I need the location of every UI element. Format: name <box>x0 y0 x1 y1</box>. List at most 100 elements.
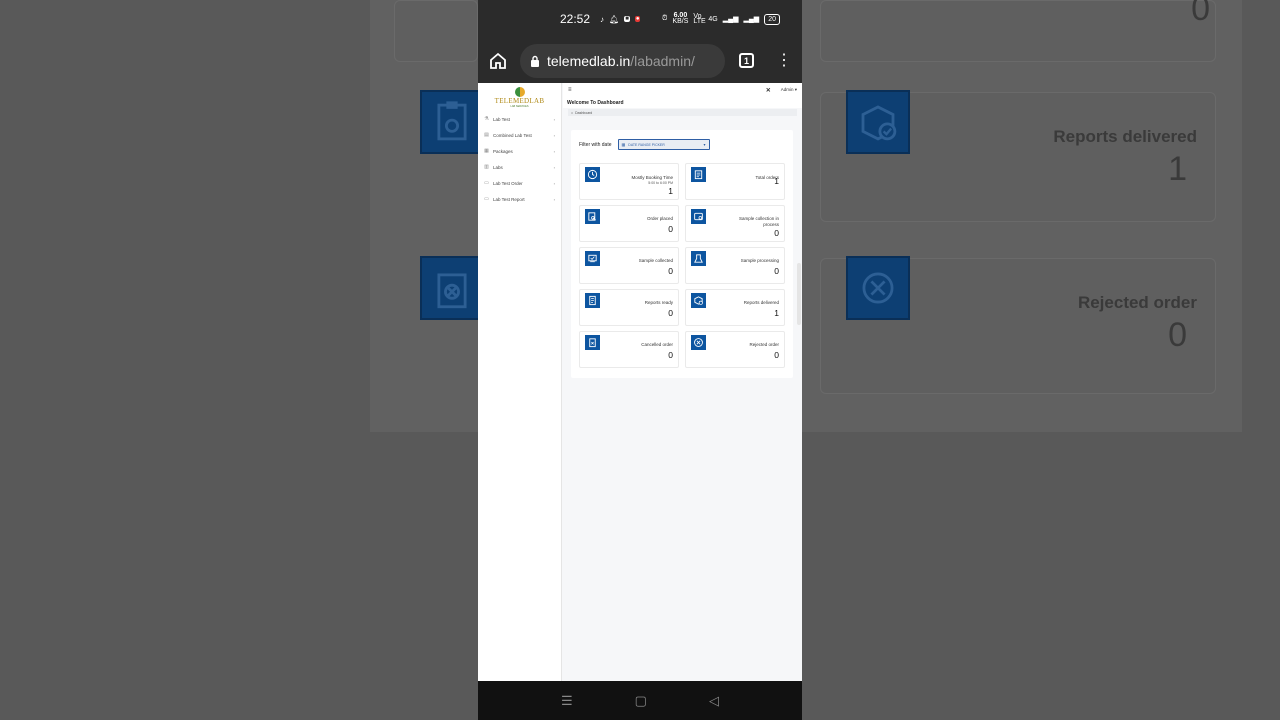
logo[interactable]: TELEMEDLAB LAB SERVICES <box>478 83 561 111</box>
clipboard-icon <box>420 90 478 154</box>
dashboard-panel: Filter with date ▦ DATE RANGE PICKER ▾ M… <box>571 130 793 378</box>
card-title: Cancelled order <box>641 342 673 347</box>
stat-card-order-placed[interactable]: Order placed 0 <box>579 205 679 242</box>
card-title: Sample collection in process <box>738 216 779 227</box>
order-icon: ▭ <box>484 180 489 186</box>
stat-card-sample-collected[interactable]: Sample collected 0 <box>579 247 679 284</box>
sidebar-item-labs[interactable]: ▥ Labs › <box>478 159 561 175</box>
bg-rejected-order-value: 0 <box>1168 316 1187 354</box>
stat-card-sample-collection-in-process[interactable]: Sample collection in process 0 <box>685 205 785 242</box>
stat-card-rejected-order[interactable]: Rejected order 0 <box>685 331 785 368</box>
chevron-right-icon: › <box>553 180 555 186</box>
collection-icon <box>691 209 706 224</box>
breadcrumb-item[interactable]: Dashboard <box>575 111 592 115</box>
address-bar[interactable]: telemedlab.in/labadmin/ <box>520 43 725 78</box>
sample-icon <box>585 251 600 266</box>
recent-apps-icon[interactable]: ☰ <box>561 693 573 709</box>
card-title: Sample processing <box>740 258 779 263</box>
bg-reports-delivered: Reports delivered <box>1053 127 1197 146</box>
home-icon[interactable]: ⌂ <box>571 111 573 115</box>
date-filter: Filter with date ▦ DATE RANGE PICKER ▾ <box>579 139 710 150</box>
flask-icon: ⚗ <box>484 116 489 122</box>
battery-icon: 20 <box>764 13 780 25</box>
report-icon <box>585 293 600 308</box>
clock-icon <box>585 167 600 182</box>
chevron-right-icon: › <box>553 132 555 138</box>
status-notifications: ♪ 🔔︎ ■ ● <box>600 14 641 24</box>
system-nav-bar: ☰ ▢ ◁ <box>478 681 802 720</box>
speed-unit: KB/S <box>672 18 689 25</box>
volte-label: Vo LTE <box>693 13 706 25</box>
bg-reports-delivered-value: 1 <box>1168 150 1187 188</box>
app-icon: ■ <box>624 16 630 22</box>
hamburger-icon[interactable]: ≡ <box>568 87 572 93</box>
bg-panel <box>370 0 478 432</box>
chevron-right-icon: › <box>553 116 555 122</box>
home-icon[interactable] <box>488 51 508 71</box>
chevron-right-icon: › <box>553 164 555 170</box>
stat-card-total-orders[interactable]: Total orders 1 <box>685 163 785 200</box>
card-value: 0 <box>774 228 779 238</box>
bg-card <box>820 0 1216 62</box>
caret-down-icon: ▾ <box>703 142 706 147</box>
net-type: 4G <box>708 15 718 23</box>
stat-card-reports-ready[interactable]: Reports ready 0 <box>579 289 679 326</box>
sidebar-item-lab-test-order[interactable]: ▭ Lab Test Order › <box>478 175 561 191</box>
background-right: 0 Reports delivered 1 Rejected order 0 <box>802 0 1280 720</box>
card-title: Rejected order <box>749 342 779 347</box>
stat-card-reports-delivered[interactable]: Reports delivered 1 <box>685 289 785 326</box>
date-range-picker[interactable]: ▦ DATE RANGE PICKER ▾ <box>617 139 710 150</box>
url-domain: telemedlab.in <box>547 52 631 69</box>
card-value: 0 <box>774 350 779 360</box>
package-icon: ▦ <box>484 148 489 154</box>
more-options-icon[interactable]: ⋮ <box>776 52 792 69</box>
card-value: 1 <box>774 176 779 186</box>
signal-icon: ▂▄▆ <box>722 16 739 23</box>
main-content: ≡ ✕ Admin ▾ Welcome To Dashboard ⌂ Dashb… <box>563 83 802 681</box>
sidebar-item-combined-lab-test[interactable]: ▤ Combined Lab Test › <box>478 127 561 143</box>
status-indicators: ⏰︎ 6.00 KB/S Vo LTE 4G ▂▄▆ ▂▄▆ 20 <box>661 12 780 25</box>
admin-menu[interactable]: Admin ▾ <box>781 87 797 93</box>
card-value: 0 <box>774 266 779 276</box>
status-time: 22:52 <box>560 12 591 26</box>
bell-icon: 🔔︎ <box>609 14 620 24</box>
sidebar-item-label: Lab Test Order <box>493 180 523 186</box>
stat-card-mostly-booking-time[interactable]: Mostly Booking Time 5:00 to 6:00 PM 1 <box>579 163 679 200</box>
home-button-icon[interactable]: ▢ <box>635 693 647 709</box>
sidebar-item-lab-test[interactable]: ⚗ Lab Test › <box>478 111 561 127</box>
bg-top-value: 0 <box>1191 0 1210 28</box>
delivered-icon <box>691 293 706 308</box>
reject-icon <box>691 335 706 350</box>
scrollbar-thumb[interactable] <box>797 263 801 325</box>
card-value: 0 <box>668 308 673 318</box>
stat-card-cancelled-order[interactable]: Cancelled order 0 <box>579 331 679 368</box>
sidebar-item-label: Combined Lab Test <box>493 132 532 138</box>
signal-icon-2: ▂▄▆ <box>743 16 760 23</box>
calendar-icon: ▦ <box>621 142 626 147</box>
status-bar: 22:52 ♪ 🔔︎ ■ ● ⏰︎ 6.00 KB/S Vo LTE 4G ▂▄… <box>478 0 802 38</box>
sidebar-item-packages[interactable]: ▦ Packages › <box>478 143 561 159</box>
bg-card <box>394 0 478 62</box>
sidebar-item-label: Labs <box>493 164 503 170</box>
back-icon[interactable]: ◁ <box>709 693 719 709</box>
tab-switcher-button[interactable]: 1 <box>739 53 754 68</box>
date-range-picker-label: DATE RANGE PICKER <box>628 142 665 147</box>
bg-rejected-order: Rejected order <box>1077 293 1197 312</box>
network-speed: 6.00 KB/S <box>672 12 689 25</box>
close-icon[interactable]: ✕ <box>766 87 771 94</box>
stat-card-sample-processing[interactable]: Sample processing 0 <box>685 247 785 284</box>
sidebar: TELEMEDLAB LAB SERVICES ⚗ Lab Test › ▤ C… <box>478 83 562 681</box>
breadcrumb: ⌂ Dashboard <box>568 109 797 116</box>
card-title: Reports ready <box>644 300 673 305</box>
card-value: 1 <box>668 186 673 196</box>
chevron-right-icon: › <box>553 148 555 154</box>
alarm-icon: ⏰︎ <box>661 15 668 22</box>
web-page: TELEMEDLAB LAB SERVICES ⚗ Lab Test › ▤ C… <box>478 83 802 681</box>
top-bar: ≡ ✕ Admin ▾ <box>563 83 802 97</box>
card-value: 0 <box>668 350 673 360</box>
music-icon: ♪ <box>600 14 605 24</box>
card-value: 0 <box>668 224 673 234</box>
sidebar-item-lab-test-report[interactable]: ▭ Lab Test Report › <box>478 191 561 207</box>
delivered-icon <box>846 90 910 154</box>
filter-label: Filter with date <box>579 141 612 148</box>
